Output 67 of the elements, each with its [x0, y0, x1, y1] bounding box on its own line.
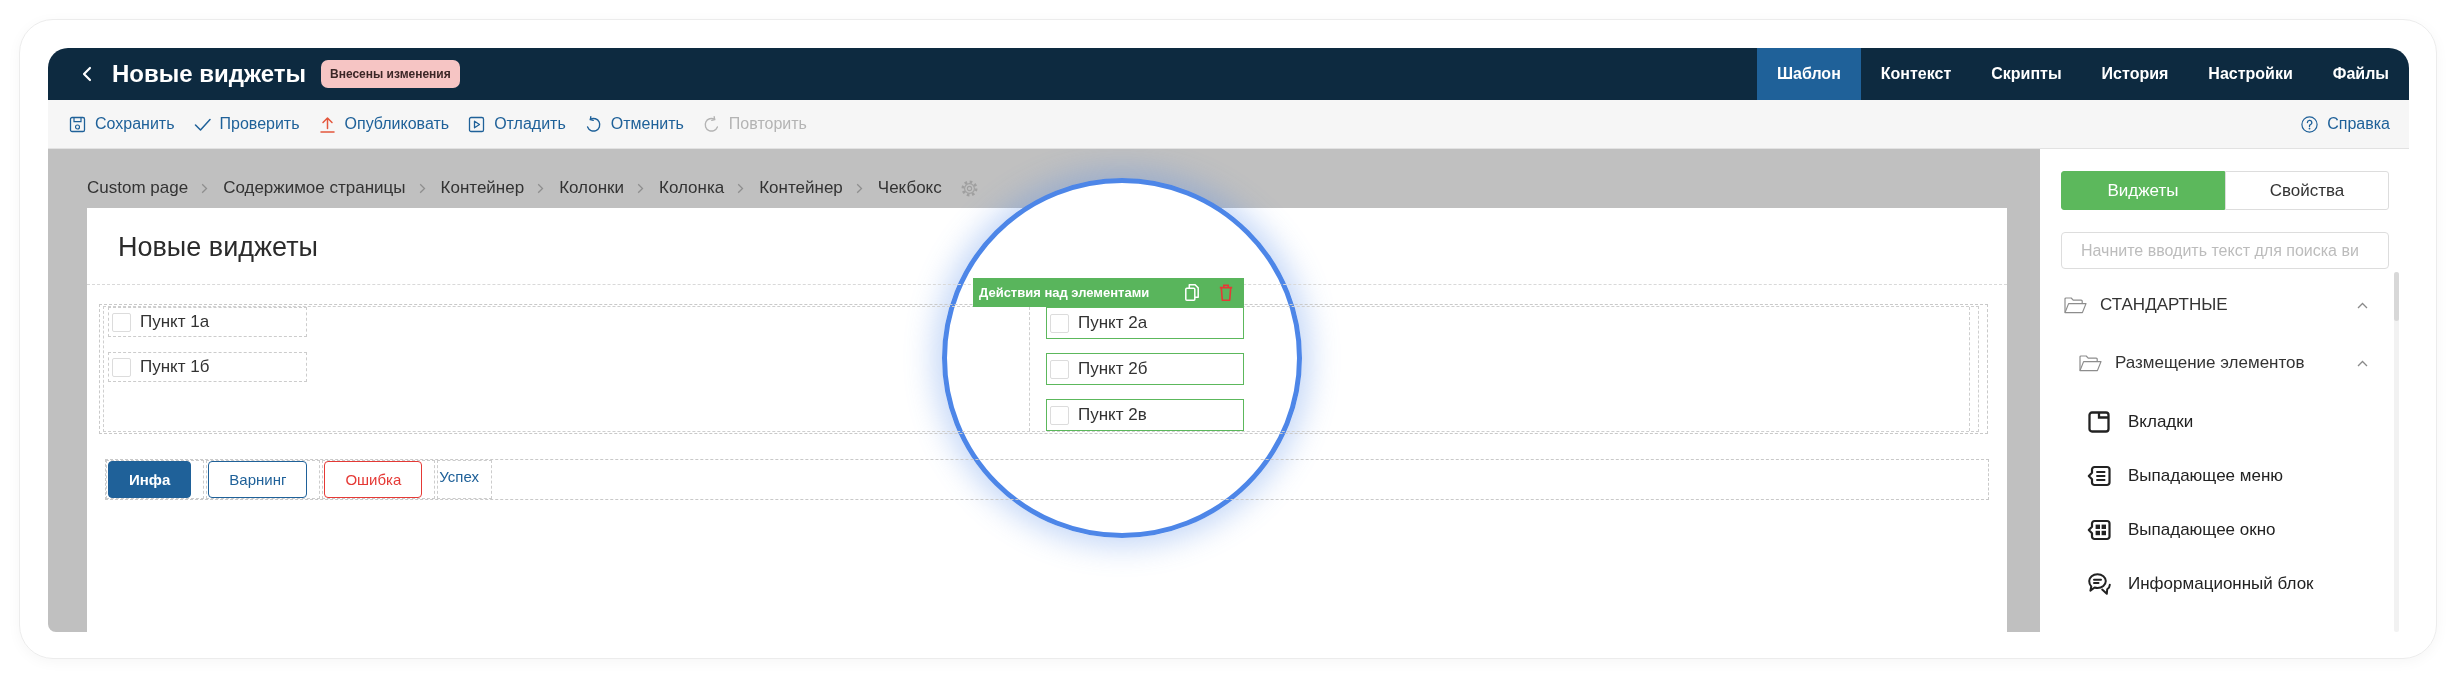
widget-item[interactable]: Выпадающее окно [2084, 503, 2389, 557]
checkbox-option[interactable]: Пункт 1б [108, 352, 307, 382]
checkbox[interactable] [112, 357, 131, 377]
chevron-right-icon [637, 182, 644, 194]
chevron-up-icon[interactable] [2357, 359, 2368, 367]
folder-icon [2064, 296, 2087, 314]
nav-tab[interactable]: Файлы [2312, 48, 2409, 100]
settings-icon[interactable] [959, 178, 979, 198]
window-title: Новые виджеты [112, 60, 306, 88]
toolbar-button[interactable]: Отладить [468, 115, 566, 133]
chevron-right-icon [201, 182, 209, 194]
info-button[interactable]: Инфа [108, 461, 192, 498]
nav-tab[interactable]: Шаблон [1756, 48, 1861, 100]
checkbox-option[interactable]: Пункт 2в [1046, 399, 1244, 431]
breadcrumb-item[interactable]: Контейнер [440, 178, 525, 198]
tab-window-icon [2087, 410, 2111, 434]
save-icon [69, 115, 86, 133]
chevron-up-icon[interactable] [2357, 301, 2368, 309]
back-icon[interactable] [82, 66, 92, 82]
dropdown-list-icon [2087, 464, 2111, 488]
toolbar-button[interactable]: Опубликовать [318, 115, 450, 133]
search-field[interactable]: Начните вводить текст для поиска ви [2061, 232, 2389, 269]
breadcrumb-item[interactable]: Чекбокс [877, 178, 942, 198]
breadcrumb-item[interactable]: Колонка [659, 178, 725, 198]
nav-tab[interactable]: Настройки [2188, 48, 2313, 100]
nav-tab[interactable]: История [2081, 48, 2189, 100]
nav-tab[interactable]: Контекст [1860, 48, 1972, 100]
toolbar-button[interactable]: Проверить [193, 115, 300, 133]
help-link[interactable]: Справка [2301, 115, 2390, 133]
checkbox[interactable] [112, 312, 131, 332]
error-button[interactable]: Ошибка [324, 461, 423, 498]
trash-icon[interactable] [1219, 284, 1233, 301]
widget-item[interactable]: Информационный блок [2084, 557, 2389, 611]
tree-group[interactable]: СТАНДАРТНЫЕ [2061, 276, 2389, 334]
folder-icon [2079, 354, 2102, 372]
breadcrumb-item[interactable]: Custom page [87, 178, 189, 198]
chevron-right-icon [418, 182, 426, 194]
scrollbar-thumb[interactable] [2394, 272, 2399, 321]
page-title: Новые виджеты [118, 232, 318, 262]
redo-icon [702, 115, 720, 133]
checkbox-option[interactable]: Пункт 2б [1046, 353, 1244, 385]
tree-group[interactable]: Размещение элементов [2076, 334, 2389, 392]
status-badge: Внесены изменения [321, 60, 460, 88]
upload-icon [318, 115, 336, 133]
toolbar-button[interactable]: Отменить [584, 115, 684, 133]
dropdown-grid-icon [2087, 518, 2111, 542]
chat-bubbles-icon [2087, 572, 2111, 596]
undo-icon [584, 115, 602, 133]
help-icon [2301, 115, 2319, 133]
breadcrumb-item[interactable]: Содержимое страницы [223, 178, 406, 198]
chevron-right-icon [855, 182, 863, 194]
chevron-right-icon [737, 182, 745, 194]
selection-toolbar-label: Действия над элементами [979, 285, 1150, 300]
chevron-right-icon [537, 182, 545, 194]
breadcrumb-item[interactable]: Контейнер [759, 178, 843, 198]
play-square-icon [468, 115, 486, 133]
toolbar-button[interactable]: Сохранить [69, 115, 175, 133]
checkbox-option[interactable]: Пункт 1а [108, 307, 307, 337]
checkbox-option[interactable]: Пункт 2а [1046, 307, 1244, 339]
copy-icon[interactable] [1185, 284, 1199, 301]
success-link[interactable]: Успех [439, 468, 479, 486]
widget-item[interactable]: Вкладки [2084, 395, 2389, 449]
warning-button[interactable]: Варнинг [208, 461, 308, 498]
widget-item[interactable]: Выпадающее меню [2084, 449, 2389, 503]
panel-tab[interactable]: Свойства [2225, 171, 2389, 210]
nav-tab[interactable]: Скрипты [1971, 48, 2082, 100]
breadcrumb-item[interactable]: Колонки [559, 178, 624, 198]
